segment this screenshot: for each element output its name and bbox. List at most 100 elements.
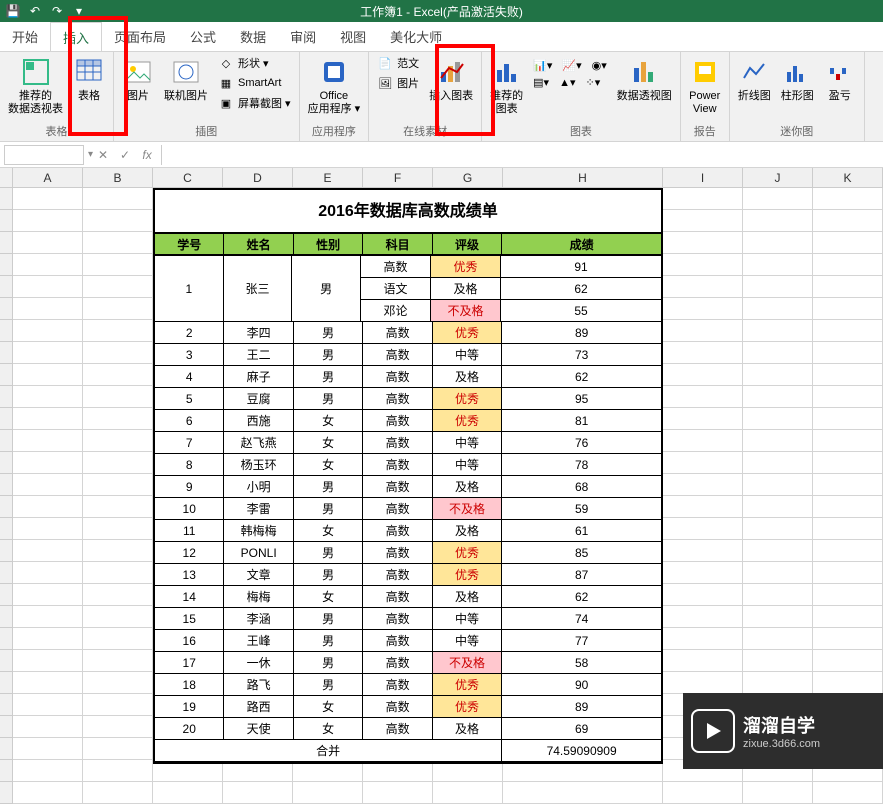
col-header-I[interactable]: I [663, 168, 743, 187]
table-cell: 梅梅 [224, 586, 293, 608]
row-header-7[interactable] [0, 320, 13, 342]
smartart-button[interactable]: ▦SmartArt [214, 74, 295, 92]
online-picture-button[interactable]: 联机图片 [160, 54, 212, 105]
screenshot-button[interactable]: ▣屏幕截图 ▾ [214, 94, 295, 112]
table-footer-row: 合并74.59090909 [155, 740, 661, 762]
table-cell: 16 [155, 630, 224, 652]
table-cell: 10 [155, 498, 224, 520]
tab-插入[interactable]: 插入 [50, 22, 102, 51]
row-header-13[interactable] [0, 452, 13, 474]
row-header-18[interactable] [0, 562, 13, 584]
row-header-8[interactable] [0, 342, 13, 364]
row-header-27[interactable] [0, 760, 13, 782]
line-chart-button[interactable]: 📈▾ [558, 58, 585, 73]
formula-bar[interactable] [161, 145, 883, 165]
row-header-28[interactable] [0, 782, 13, 804]
fx-icon[interactable]: fx [137, 145, 157, 165]
group-label-tables: 表格 [4, 121, 109, 141]
paradigm-button[interactable]: 📄范文 [373, 54, 423, 72]
accept-formula-icon[interactable]: ✓ [115, 145, 135, 165]
row-header-5[interactable] [0, 276, 13, 298]
power-view-button[interactable]: Power View [685, 54, 725, 118]
col-header-K[interactable]: K [813, 168, 883, 187]
redo-icon[interactable]: ↷ [48, 2, 66, 20]
row-header-21[interactable] [0, 628, 13, 650]
pic-icon: 🖼 [377, 75, 393, 91]
spark-column-button[interactable]: 柱形图 [777, 54, 818, 105]
row-header-12[interactable] [0, 430, 13, 452]
cancel-formula-icon[interactable]: ✕ [93, 145, 113, 165]
recommended-pivot-button[interactable]: 推荐的 数据透视表 [4, 54, 67, 118]
tab-数据[interactable]: 数据 [228, 22, 278, 51]
col-header-H[interactable]: H [503, 168, 663, 187]
table-cell: 男 [294, 674, 363, 696]
pivot-chart-button[interactable]: 数据透视图 [613, 54, 676, 105]
table-cell: 4 [155, 366, 224, 388]
row-header-11[interactable] [0, 408, 13, 430]
scatter-chart-icon: ⁘▾ [586, 76, 601, 89]
tab-页面布局[interactable]: 页面布局 [102, 22, 178, 51]
tab-公式[interactable]: 公式 [178, 22, 228, 51]
row-header-22[interactable] [0, 650, 13, 672]
row-header-9[interactable] [0, 364, 13, 386]
col-header-J[interactable]: J [743, 168, 813, 187]
col-header-F[interactable]: F [363, 168, 433, 187]
undo-icon[interactable]: ↶ [26, 2, 44, 20]
name-box[interactable] [4, 145, 84, 165]
recommended-charts-button[interactable]: 推荐的 图表 [486, 54, 527, 118]
spark-winloss-button[interactable]: 盈亏 [820, 54, 860, 105]
scatter-chart-button[interactable]: ⁘▾ [582, 75, 605, 90]
row-header-6[interactable] [0, 298, 13, 320]
table-cell: 19 [155, 696, 224, 718]
col-header-B[interactable]: B [83, 168, 153, 187]
table-button[interactable]: 表格 [69, 54, 109, 105]
table-cell: 女 [294, 586, 363, 608]
table-cell: 89 [502, 322, 661, 344]
bar-chart-button[interactable]: ▤▾ [529, 75, 553, 90]
spark-line-button[interactable]: 折线图 [734, 54, 775, 105]
row-header-23[interactable] [0, 672, 13, 694]
col-header-E[interactable]: E [293, 168, 363, 187]
office-addins-button[interactable]: Office 应用程序 ▾ [304, 54, 365, 118]
row-header-2[interactable] [0, 210, 13, 232]
online-pic-button[interactable]: 🖼图片 [373, 74, 423, 92]
row-header-19[interactable] [0, 584, 13, 606]
table-cell: 女 [294, 454, 363, 476]
insert-chart-button[interactable]: 插入图表 [425, 54, 477, 105]
tab-美化大师[interactable]: 美化大师 [378, 22, 454, 51]
table-cell: 8 [155, 454, 224, 476]
col-header-A[interactable]: A [13, 168, 83, 187]
row-header-25[interactable] [0, 716, 13, 738]
row-header-20[interactable] [0, 606, 13, 628]
col-header-G[interactable]: G [433, 168, 503, 187]
select-all-corner[interactable] [0, 168, 13, 187]
data-table: 2016年数据库高数成绩单学号姓名性别科目评级成绩1张三男高数优秀91语文及格6… [153, 188, 663, 764]
table-row: 1张三男高数优秀91语文及格62邓论不及格55 [155, 256, 661, 322]
row-header-26[interactable] [0, 738, 13, 760]
row-header-10[interactable] [0, 386, 13, 408]
row-header-16[interactable] [0, 518, 13, 540]
tab-审阅[interactable]: 审阅 [278, 22, 328, 51]
row-header-3[interactable] [0, 232, 13, 254]
column-chart-button[interactable]: 📊▾ [529, 58, 556, 73]
row-header-24[interactable] [0, 694, 13, 716]
row-header-4[interactable] [0, 254, 13, 276]
tab-开始[interactable]: 开始 [0, 22, 50, 51]
row-header-1[interactable] [0, 188, 13, 210]
col-header-C[interactable]: C [153, 168, 223, 187]
save-icon[interactable]: 💾 [4, 2, 22, 20]
area-chart-button[interactable]: ▲▾ [555, 75, 579, 90]
row-header-14[interactable] [0, 474, 13, 496]
picture-button[interactable]: 图片 [118, 54, 158, 105]
table-header-cell: 性别 [294, 234, 363, 256]
table-cell: 高数 [363, 432, 432, 454]
pie-chart-button[interactable]: ◉▾ [588, 58, 611, 73]
row-header-17[interactable] [0, 540, 13, 562]
tab-视图[interactable]: 视图 [328, 22, 378, 51]
customize-qa-icon[interactable]: ▾ [70, 2, 88, 20]
table-cell: 高数 [363, 608, 432, 630]
shapes-button[interactable]: ◇形状 ▾ [214, 54, 295, 72]
table-cell: 55 [501, 300, 661, 322]
col-header-D[interactable]: D [223, 168, 293, 187]
row-header-15[interactable] [0, 496, 13, 518]
